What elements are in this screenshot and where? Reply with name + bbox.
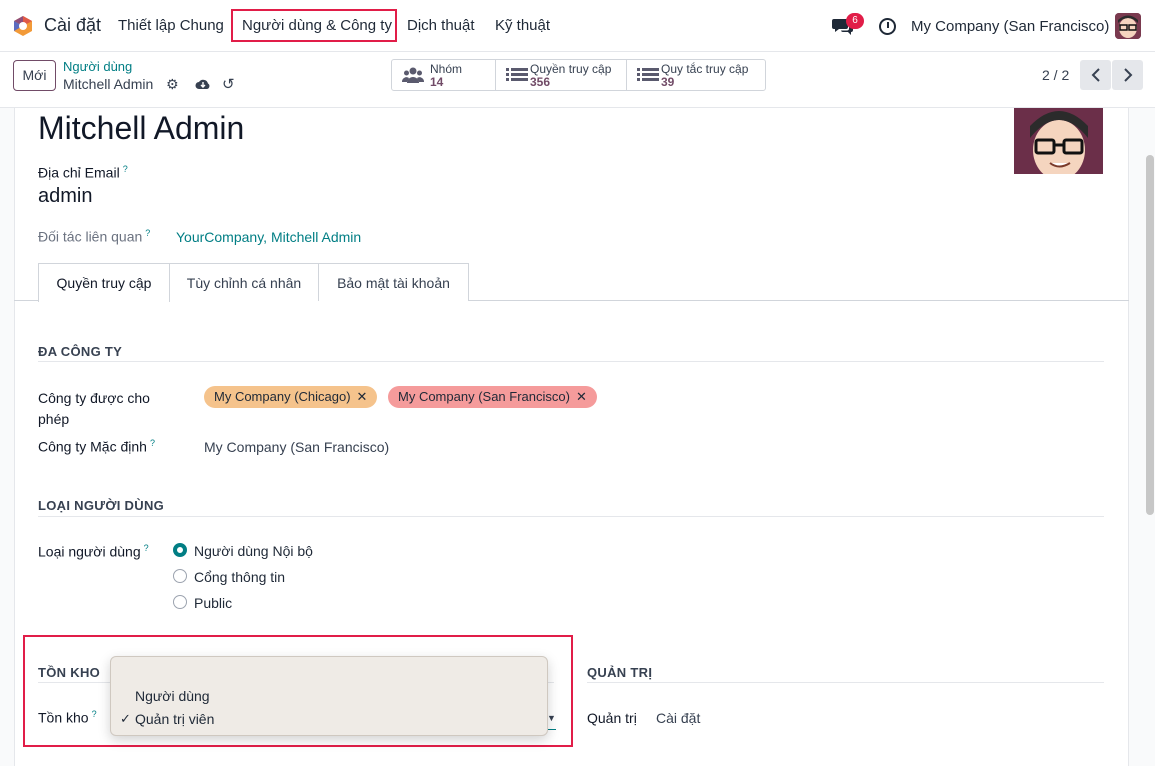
- dropdown-option-user[interactable]: Người dùng: [135, 688, 210, 704]
- divider: [587, 682, 1104, 683]
- radio-public[interactable]: [173, 595, 187, 609]
- smart-button-value: 39: [661, 75, 675, 89]
- radio-label[interactable]: Public: [194, 595, 232, 611]
- list-icon: [506, 68, 528, 81]
- company-switcher[interactable]: My Company (San Francisco): [911, 18, 1109, 35]
- default-company-label-text: Công ty Mặc định: [38, 438, 147, 455]
- administration-label: Quản trị: [587, 710, 637, 726]
- help-icon[interactable]: ?: [123, 164, 128, 174]
- scrollbar[interactable]: [1146, 155, 1154, 515]
- smart-button-groups[interactable]: Nhóm 14: [392, 60, 496, 90]
- chat-badge: 6: [846, 13, 864, 29]
- email-field[interactable]: admin: [38, 185, 92, 208]
- list-icon: [637, 68, 659, 81]
- control-panel: Mới Người dùng Mitchell Admin ⚙ ↺ Nhóm 1…: [0, 52, 1155, 108]
- chevron-left-icon: [1091, 68, 1100, 82]
- section-multi-company: ĐA CÔNG TY: [38, 344, 123, 359]
- user-avatar[interactable]: [1115, 13, 1141, 39]
- inventory-dropdown: Người dùng ✓ Quản trị viên: [110, 656, 548, 736]
- section-user-type: LOẠI NGƯỜI DÙNG: [38, 498, 165, 513]
- section-administration: QUẢN TRỊ: [587, 665, 653, 680]
- partner-label-text: Đối tác liên quan: [38, 228, 143, 245]
- pager-previous-button[interactable]: [1080, 60, 1111, 90]
- radio-label[interactable]: Cổng thông tin: [194, 569, 285, 585]
- smart-button-label: Quyền truy cập: [530, 62, 612, 76]
- app-title[interactable]: Cài đặt: [44, 15, 101, 36]
- company-tag: My Company (San Francisco) ✕: [388, 386, 597, 408]
- cloud-save-icon[interactable]: [195, 77, 211, 91]
- tab-account-security[interactable]: Bảo mật tài khoản: [319, 263, 469, 301]
- allowed-companies-label: Công ty được cho phép: [38, 390, 150, 427]
- form-tabs: Quyền truy cập Tùy chỉnh cá nhân Bảo mật…: [14, 263, 1129, 302]
- breadcrumb-current: Mitchell Admin: [63, 76, 154, 92]
- user-type-label: Loại người dùng?: [38, 543, 149, 560]
- smart-button-access-rights[interactable]: Quyền truy cập 356: [496, 60, 627, 90]
- default-company-field[interactable]: My Company (San Francisco): [204, 439, 389, 455]
- activity-clock-icon[interactable]: [879, 18, 896, 35]
- smart-button-value: 356: [530, 75, 551, 89]
- smart-button-record-rules[interactable]: Quy tắc truy cập 39: [627, 60, 765, 90]
- pager-value: 2 / 2: [1042, 67, 1070, 83]
- gear-icon[interactable]: ⚙: [166, 76, 179, 93]
- email-label-text: Địa chỉ Email: [38, 164, 120, 181]
- menu-highlight-frame: [231, 9, 397, 42]
- user-type-label-text: Loại người dùng: [38, 543, 141, 560]
- profile-photo[interactable]: [1014, 108, 1103, 174]
- administration-field[interactable]: Cài đặt: [656, 710, 700, 726]
- menu-general-settings[interactable]: Thiết lập Chung: [118, 17, 224, 34]
- help-icon[interactable]: ?: [150, 438, 155, 448]
- help-icon[interactable]: ?: [144, 543, 149, 553]
- divider: [38, 361, 1104, 362]
- menu-translations[interactable]: Dịch thuật: [407, 17, 475, 34]
- users-icon: [402, 67, 424, 83]
- smart-button-value: 14: [430, 75, 444, 89]
- menu-technical[interactable]: Kỹ thuật: [495, 17, 550, 34]
- new-button[interactable]: Mới: [13, 60, 56, 91]
- remove-tag-icon[interactable]: ✕: [576, 389, 587, 404]
- radio-portal[interactable]: [173, 569, 187, 583]
- smart-buttons: Nhóm 14 Quyền truy cập 356 Quy tắc truy …: [391, 59, 766, 91]
- tab-access-rights[interactable]: Quyền truy cập: [38, 263, 170, 302]
- default-company-label: Công ty Mặc định?: [38, 438, 155, 455]
- breadcrumb-users[interactable]: Người dùng: [63, 59, 132, 74]
- user-name-field[interactable]: Mitchell Admin: [38, 110, 244, 147]
- email-label: Địa chỉ Email?: [38, 164, 128, 181]
- company-tag: My Company (Chicago) ✕: [204, 386, 378, 408]
- partner-label: Đối tác liên quan?: [38, 228, 150, 245]
- dropdown-option-administrator[interactable]: Quản trị viên: [135, 711, 214, 727]
- remove-tag-icon[interactable]: ✕: [357, 389, 368, 404]
- checkmark-icon: ✓: [120, 711, 131, 726]
- odoo-logo-icon[interactable]: [12, 15, 34, 37]
- divider: [38, 516, 1104, 517]
- top-navbar: Cài đặt Thiết lập Chung Người dùng & Côn…: [0, 0, 1155, 52]
- discard-icon[interactable]: ↺: [222, 75, 235, 93]
- pager-next-button[interactable]: [1112, 60, 1143, 90]
- radio-internal-user[interactable]: [173, 543, 187, 557]
- radio-label[interactable]: Người dùng Nội bộ: [194, 543, 313, 559]
- company-tag-label: My Company (Chicago): [214, 389, 351, 404]
- tab-preferences[interactable]: Tùy chỉnh cá nhân: [170, 263, 319, 301]
- smart-button-label: Quy tắc truy cập: [661, 62, 749, 76]
- chevron-right-icon: [1123, 68, 1132, 82]
- related-partner-link[interactable]: YourCompany, Mitchell Admin: [176, 229, 361, 245]
- smart-button-label: Nhóm: [430, 62, 463, 76]
- company-tag-label: My Company (San Francisco): [398, 389, 570, 404]
- help-icon[interactable]: ?: [145, 228, 150, 238]
